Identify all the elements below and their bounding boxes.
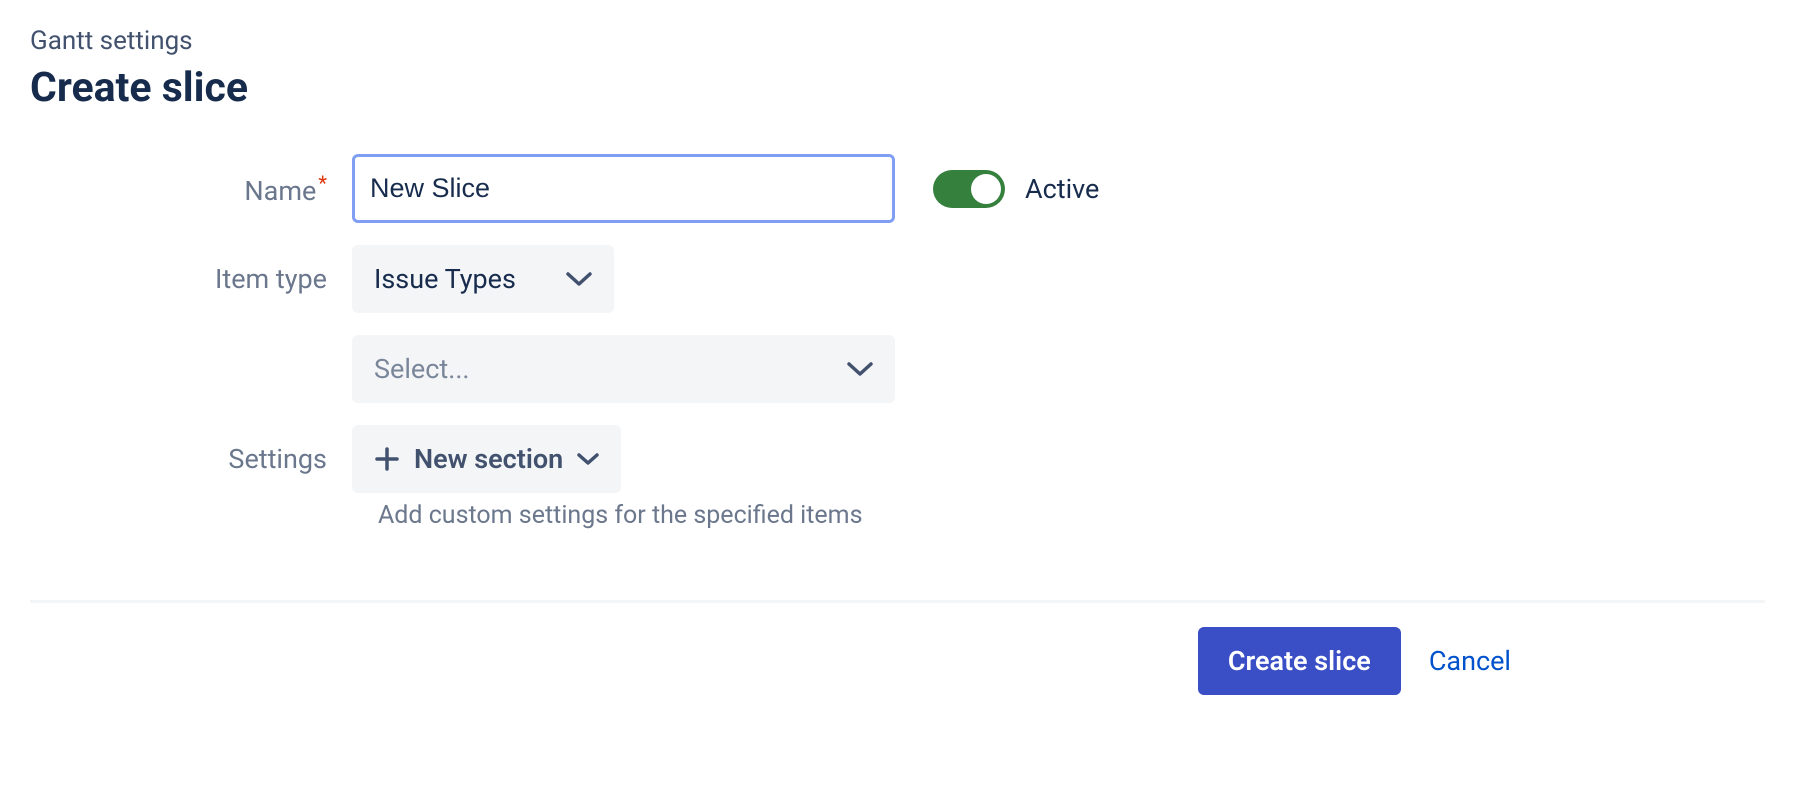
item-type-label: Item type <box>215 263 327 295</box>
name-label: Name <box>244 175 316 207</box>
item-sub-select[interactable]: Select... <box>352 335 895 403</box>
active-toggle[interactable] <box>933 170 1005 208</box>
settings-help-text: Add custom settings for the specified it… <box>378 501 1765 530</box>
cancel-button[interactable]: Cancel <box>1429 645 1511 677</box>
settings-label: Settings <box>228 443 327 475</box>
name-input[interactable] <box>352 154 895 223</box>
form-row-settings: Settings New section <box>30 425 1765 493</box>
active-label: Active <box>1025 173 1099 205</box>
chevron-down-icon <box>847 361 873 377</box>
new-section-label: New section <box>414 443 563 475</box>
form-row-name: Name* Active <box>30 154 1765 223</box>
form-row-item-type: Item type Issue Types <box>30 245 1765 313</box>
toggle-knob <box>971 174 1001 204</box>
plus-icon <box>374 446 400 472</box>
form-row-item-sub-select: Select... <box>30 335 1765 403</box>
required-asterisk: * <box>318 171 327 195</box>
item-sub-select-placeholder: Select... <box>374 353 470 385</box>
page-title: Create slice <box>30 64 1765 112</box>
footer: Create slice Cancel <box>30 603 1765 695</box>
new-section-button[interactable]: New section <box>352 425 621 493</box>
item-type-select[interactable]: Issue Types <box>352 245 614 313</box>
create-slice-button[interactable]: Create slice <box>1198 627 1401 695</box>
item-type-selected-value: Issue Types <box>374 263 516 295</box>
breadcrumb: Gantt settings <box>30 26 1765 56</box>
chevron-down-icon <box>577 452 599 466</box>
chevron-down-icon <box>566 271 592 287</box>
